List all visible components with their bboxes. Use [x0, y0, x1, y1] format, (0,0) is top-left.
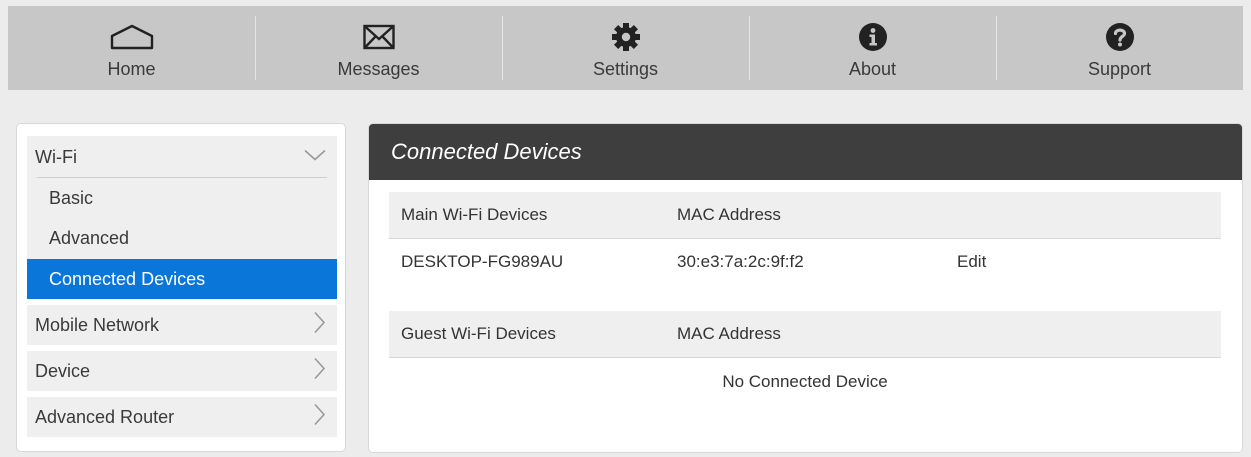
guest-wifi-table-header: Guest Wi-Fi Devices MAC Address — [389, 311, 1221, 358]
col-mac-address: MAC Address — [677, 324, 781, 343]
device-name: DESKTOP-FG989AU — [401, 252, 564, 271]
gear-icon — [611, 20, 641, 54]
nav-home[interactable]: Home — [8, 6, 255, 90]
sidebar: Wi-Fi Basic Advanced Connected Devices M… — [16, 123, 346, 452]
chevron-down-icon — [303, 147, 327, 168]
nav-settings-label: Settings — [592, 59, 659, 79]
sidebar-item-device[interactable]: Device — [27, 351, 337, 391]
table-row: DESKTOP-FG989AU 30:e3:7a:2c:9f:f2 Edit — [389, 239, 1221, 285]
sidebar-item-advanced-router[interactable]: Advanced Router — [27, 397, 337, 437]
help-icon — [1105, 20, 1135, 54]
main-wifi-table-header: Main Wi-Fi Devices MAC Address — [389, 192, 1221, 239]
top-navigation: Home Messages Settings About Support — [8, 6, 1243, 90]
nav-settings[interactable]: Settings — [502, 6, 749, 90]
col-mac-address: MAC Address — [677, 205, 781, 224]
sidebar-item-connected-devices-label: Connected Devices — [49, 268, 206, 289]
connected-devices-panel: Connected Devices Main Wi-Fi Devices MAC… — [368, 123, 1243, 453]
sidebar-item-mobile-network[interactable]: Mobile Network — [27, 305, 337, 345]
nav-messages-label: Messages — [337, 59, 420, 79]
home-icon — [109, 20, 155, 54]
chevron-right-icon — [313, 357, 327, 386]
device-mac: 30:e3:7a:2c:9f:f2 — [677, 252, 804, 271]
sidebar-item-mobile-network-label: Mobile Network — [35, 314, 160, 335]
col-main-wifi-devices: Main Wi-Fi Devices — [401, 205, 548, 224]
no-devices-message: No Connected Device — [722, 372, 888, 391]
nav-support-label: Support — [1087, 59, 1152, 79]
sidebar-item-advanced-router-label: Advanced Router — [35, 406, 175, 427]
nav-about-label: About — [848, 59, 897, 79]
sidebar-item-wifi[interactable]: Wi-Fi — [27, 136, 337, 178]
chevron-right-icon — [313, 403, 327, 432]
sidebar-item-advanced-label: Advanced — [49, 227, 130, 248]
sidebar-item-device-label: Device — [35, 360, 91, 381]
sidebar-item-advanced[interactable]: Advanced — [27, 218, 337, 258]
envelope-icon — [362, 20, 395, 54]
sidebar-item-basic-label: Basic — [49, 187, 94, 208]
col-guest-wifi-devices: Guest Wi-Fi Devices — [401, 324, 556, 343]
chevron-right-icon — [313, 311, 327, 340]
sidebar-item-connected-devices[interactable]: Connected Devices — [27, 259, 337, 299]
info-icon — [858, 20, 888, 54]
nav-home-label: Home — [107, 59, 156, 79]
panel-header: Connected Devices — [369, 124, 1242, 180]
sidebar-item-wifi-label: Wi-Fi — [35, 146, 77, 167]
page-title: Connected Devices — [391, 139, 582, 164]
nav-about[interactable]: About — [749, 6, 996, 90]
nav-messages[interactable]: Messages — [255, 6, 502, 90]
wifi-submenu: Basic Advanced Connected Devices — [27, 178, 337, 299]
nav-support[interactable]: Support — [996, 6, 1243, 90]
edit-link[interactable]: Edit — [957, 252, 986, 272]
sidebar-item-basic[interactable]: Basic — [27, 178, 337, 218]
